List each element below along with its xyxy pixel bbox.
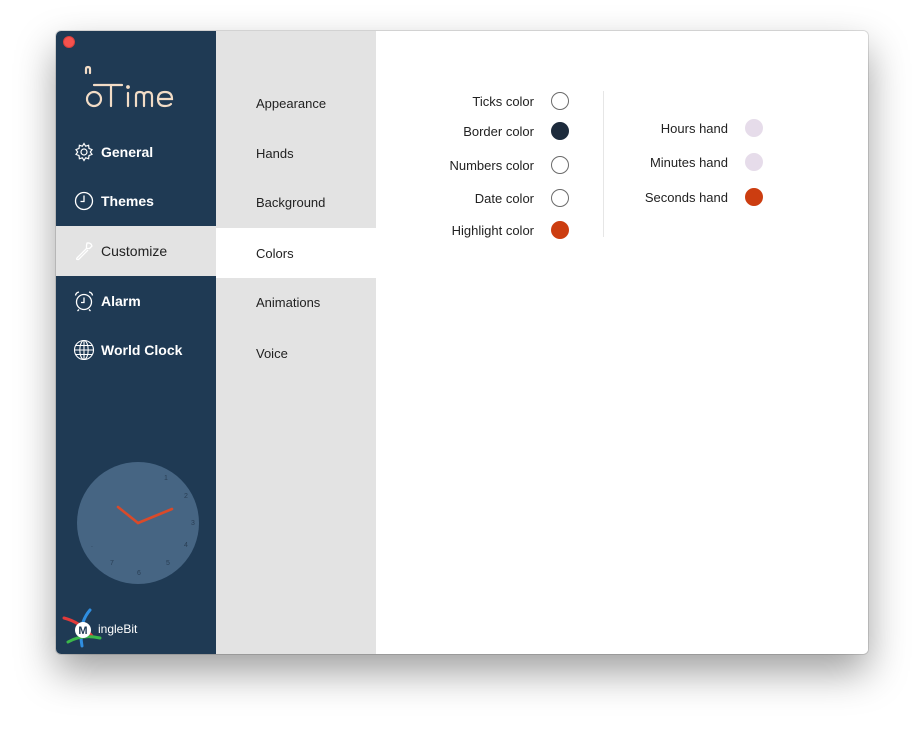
- seconds-hand-label: Seconds hand: [644, 189, 728, 205]
- preferences-window: General Themes Customize Alarm World Clo…: [56, 31, 868, 654]
- ticks-color-row: Ticks color: [396, 91, 569, 111]
- minutes-hand-swatch[interactable]: [745, 153, 763, 171]
- sidebar-item-label: General: [101, 144, 154, 160]
- clock-number: 7: [110, 560, 114, 567]
- highlight-color-swatch[interactable]: [551, 221, 569, 239]
- border-color-row: Border color: [396, 121, 569, 141]
- hours-hand-label: Hours hand: [660, 120, 728, 136]
- clock-number: 4: [184, 542, 188, 549]
- highlight-color-row: Highlight color: [396, 220, 569, 240]
- subnav-item-voice[interactable]: Voice: [216, 328, 376, 378]
- sidebar-item-label: Themes: [101, 193, 154, 209]
- alarm-clock-icon: [73, 290, 95, 312]
- border-color-swatch[interactable]: [551, 122, 569, 140]
- date-color-label: Date color: [474, 190, 534, 206]
- subnav-item-background[interactable]: Background: [216, 177, 376, 227]
- clock-number: 6: [137, 570, 141, 577]
- clock-number: 3: [191, 520, 195, 527]
- hours-hand-swatch[interactable]: [745, 119, 763, 137]
- clock-number: 1: [164, 475, 168, 482]
- sidebar-item-general[interactable]: General: [56, 127, 216, 177]
- clock-preview: 1 2 3 4 5 6 7 .: [77, 462, 199, 584]
- ticks-color-label: Ticks color: [472, 93, 534, 109]
- subnav-item-label: Colors: [256, 245, 294, 261]
- highlight-color-label: Highlight color: [451, 222, 534, 238]
- wrench-icon: [73, 240, 95, 262]
- clock-icon: [73, 190, 95, 212]
- seconds-hand-swatch[interactable]: [745, 188, 763, 206]
- customize-subnav: Appearance Hands Background Colors Anima…: [216, 31, 376, 654]
- subnav-item-colors[interactable]: Colors: [216, 228, 376, 278]
- subnav-item-label: Animations: [256, 294, 321, 310]
- subnav-item-appearance[interactable]: Appearance: [216, 78, 376, 128]
- numbers-color-row: Numbers color: [396, 155, 569, 175]
- close-button[interactable]: [63, 36, 75, 48]
- colors-panel: Ticks color Border color Numbers color D…: [376, 31, 868, 654]
- subnav-item-animations[interactable]: Animations: [216, 277, 376, 327]
- clock-number: 2: [184, 493, 188, 500]
- sidebar-item-alarm[interactable]: Alarm: [56, 276, 216, 326]
- date-color-swatch[interactable]: [551, 189, 569, 207]
- numbers-color-swatch[interactable]: [551, 156, 569, 174]
- minutes-hand-row: Minutes hand: [616, 152, 763, 172]
- sidebar-item-themes[interactable]: Themes: [56, 176, 216, 226]
- sidebar-item-label: Alarm: [101, 293, 141, 309]
- sidebar-item-world-clock[interactable]: World Clock: [56, 325, 216, 375]
- subnav-item-label: Background: [256, 194, 326, 210]
- sidebar-item-customize[interactable]: Customize: [56, 226, 216, 276]
- numbers-color-label: Numbers color: [449, 157, 534, 173]
- mingle-bit-logo: M ingleBit: [62, 608, 172, 648]
- subnav-item-label: Appearance: [256, 95, 327, 111]
- clock-number: .: [91, 542, 93, 549]
- ticks-color-swatch[interactable]: [551, 92, 569, 110]
- brand-text: ingleBit: [98, 622, 138, 636]
- seconds-hand-row: Seconds hand: [616, 187, 763, 207]
- app-logo: [84, 65, 174, 108]
- subnav-item-label: Hands: [256, 145, 294, 161]
- brand-letter: M: [78, 625, 87, 637]
- globe-icon: [73, 339, 95, 361]
- sidebar: General Themes Customize Alarm World Clo…: [56, 31, 216, 654]
- border-color-label: Border color: [463, 123, 534, 139]
- column-divider: [603, 91, 604, 237]
- gear-icon: [73, 141, 95, 163]
- minutes-hand-label: Minutes hand: [649, 154, 728, 170]
- clock-number: 5: [166, 560, 170, 567]
- subnav-item-hands[interactable]: Hands: [216, 128, 376, 178]
- subnav-item-label: Voice: [256, 345, 288, 361]
- sidebar-item-label: World Clock: [101, 342, 183, 358]
- date-color-row: Date color: [396, 188, 569, 208]
- sidebar-item-label: Customize: [101, 243, 168, 259]
- hours-hand-row: Hours hand: [616, 118, 763, 138]
